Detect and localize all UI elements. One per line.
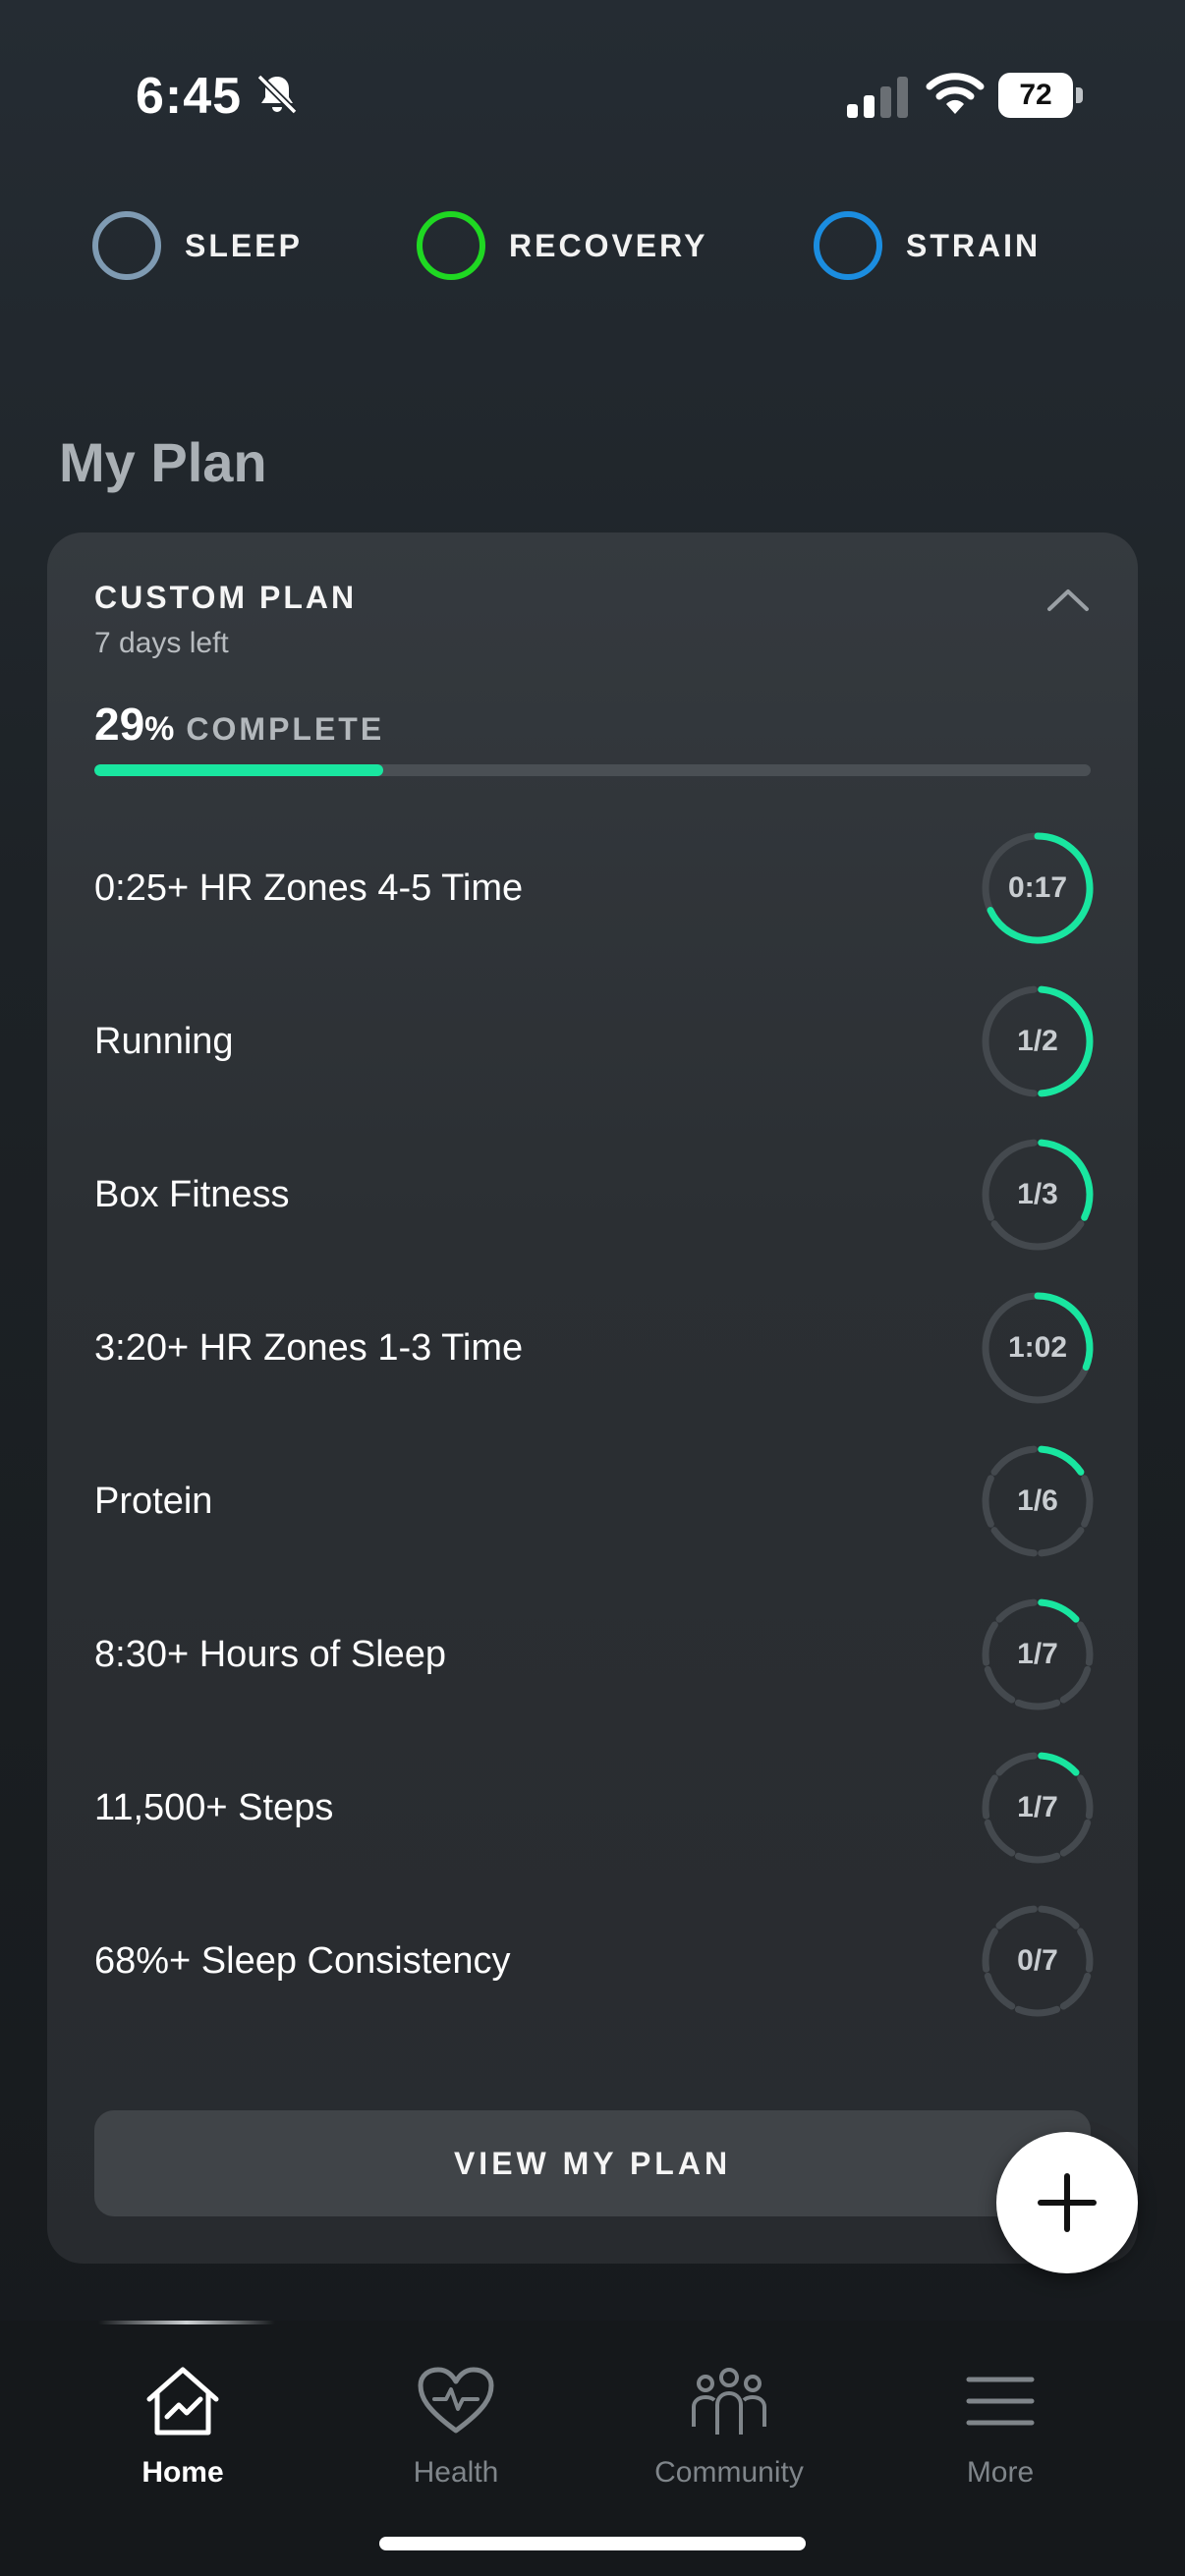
plan-card: CUSTOM PLAN 7 days left 29 % COMPLETE 0:…: [47, 532, 1138, 2264]
nav-label-community: Community: [654, 2456, 804, 2489]
plan-task[interactable]: 3:20+ HR Zones 1-3 Time 1:02: [94, 1287, 1097, 1409]
chevron-up-icon[interactable]: [1045, 584, 1091, 615]
metric-recovery-label: RECOVERY: [509, 227, 708, 263]
battery-indicator: 72: [998, 73, 1083, 118]
people-icon: [692, 2368, 766, 2435]
task-value: 0:17: [1007, 871, 1068, 904]
metric-strain-label: STRAIN: [906, 227, 1042, 263]
task-value: 1:02: [1007, 1331, 1068, 1364]
home-indicator: [379, 2537, 806, 2550]
nav-label-more: More: [966, 2456, 1035, 2489]
task-progress-ring: 1/3: [979, 1136, 1097, 1254]
battery-level: 72: [998, 73, 1073, 118]
task-name: 3:20+ HR Zones 1-3 Time: [94, 1326, 524, 1369]
nav-divider-glow: [98, 2321, 275, 2324]
plan-percent-symbol: %: [144, 710, 175, 748]
sleep-ring-icon: [92, 211, 161, 280]
plan-task[interactable]: Box Fitness 1/3: [94, 1134, 1097, 1256]
task-name: 68%+ Sleep Consistency: [94, 1939, 511, 1982]
nav-item-more[interactable]: More: [892, 2366, 1108, 2490]
plan-progress-bar: [94, 764, 1091, 776]
bell-muted-icon: [256, 74, 298, 115]
task-name: 8:30+ Hours of Sleep: [94, 1633, 447, 1675]
strain-ring-icon: [814, 211, 882, 280]
plan-task[interactable]: 0:25+ HR Zones 4-5 Time 0:17: [94, 827, 1097, 949]
task-progress-ring: 1/6: [979, 1442, 1097, 1560]
task-name: Running: [94, 1020, 234, 1062]
metric-sleep-label: SLEEP: [185, 227, 303, 263]
task-progress-ring: 1/2: [979, 982, 1097, 1100]
menu-icon: [966, 2377, 1035, 2426]
task-name: 0:25+ HR Zones 4-5 Time: [94, 867, 524, 909]
task-value: 1/2: [1017, 1025, 1058, 1057]
plan-task[interactable]: 8:30+ Hours of Sleep 1/7: [94, 1594, 1097, 1715]
task-progress-ring: 1/7: [979, 1749, 1097, 1867]
nav-label-health: Health: [413, 2456, 499, 2489]
plus-icon: [1038, 2173, 1097, 2232]
cellular-signal-icon: [847, 77, 908, 118]
view-my-plan-button[interactable]: VIEW MY PLAN: [94, 2110, 1091, 2216]
status-time: 6:45: [136, 68, 243, 125]
task-name: Protein: [94, 1480, 213, 1522]
metric-sleep[interactable]: SLEEP: [90, 206, 303, 285]
metric-recovery[interactable]: RECOVERY: [415, 206, 707, 285]
task-value: 1/7: [1017, 1791, 1058, 1823]
task-name: Box Fitness: [94, 1173, 290, 1215]
task-progress-ring: 1/7: [979, 1596, 1097, 1713]
page-title: My Plan: [59, 431, 267, 493]
status-bar: 6:45 72: [0, 0, 1185, 187]
wifi-icon: [926, 73, 985, 114]
battery-nub: [1076, 87, 1083, 103]
task-value: 1/7: [1017, 1638, 1058, 1670]
task-progress-ring: 1:02: [979, 1289, 1097, 1407]
plan-progress-fill: [94, 764, 384, 776]
task-progress-ring: 0:17: [979, 829, 1097, 947]
nav-item-health[interactable]: Health: [348, 2366, 564, 2490]
task-value: 1/6: [1017, 1484, 1058, 1517]
recovery-ring-icon: [417, 211, 485, 280]
metric-strain[interactable]: STRAIN: [812, 206, 1041, 285]
plan-complete-label: COMPLETE: [186, 711, 385, 747]
task-value: 0/7: [1017, 1944, 1058, 1977]
plan-task[interactable]: 68%+ Sleep Consistency 0/7: [94, 1900, 1097, 2022]
plan-task[interactable]: 11,500+ Steps 1/7: [94, 1747, 1097, 1869]
add-button[interactable]: [996, 2132, 1138, 2273]
home-chart-icon: [146, 2367, 219, 2436]
task-value: 1/3: [1017, 1178, 1058, 1210]
plan-days-left: 7 days left: [94, 627, 229, 659]
plan-task[interactable]: Running 1/2: [94, 980, 1097, 1102]
task-name: 11,500+ Steps: [94, 1786, 334, 1828]
nav-item-community[interactable]: Community: [621, 2366, 837, 2490]
nav-label-home: Home: [141, 2456, 224, 2489]
plan-percent: 29: [94, 699, 145, 750]
plan-task[interactable]: Protein 1/6: [94, 1440, 1097, 1562]
task-progress-ring: 0/7: [979, 1902, 1097, 2020]
plan-completion: 29 % COMPLETE: [94, 698, 384, 751]
heart-pulse-icon: [418, 2367, 494, 2434]
nav-item-home[interactable]: Home: [75, 2366, 291, 2490]
plan-label: CUSTOM PLAN: [94, 580, 358, 615]
